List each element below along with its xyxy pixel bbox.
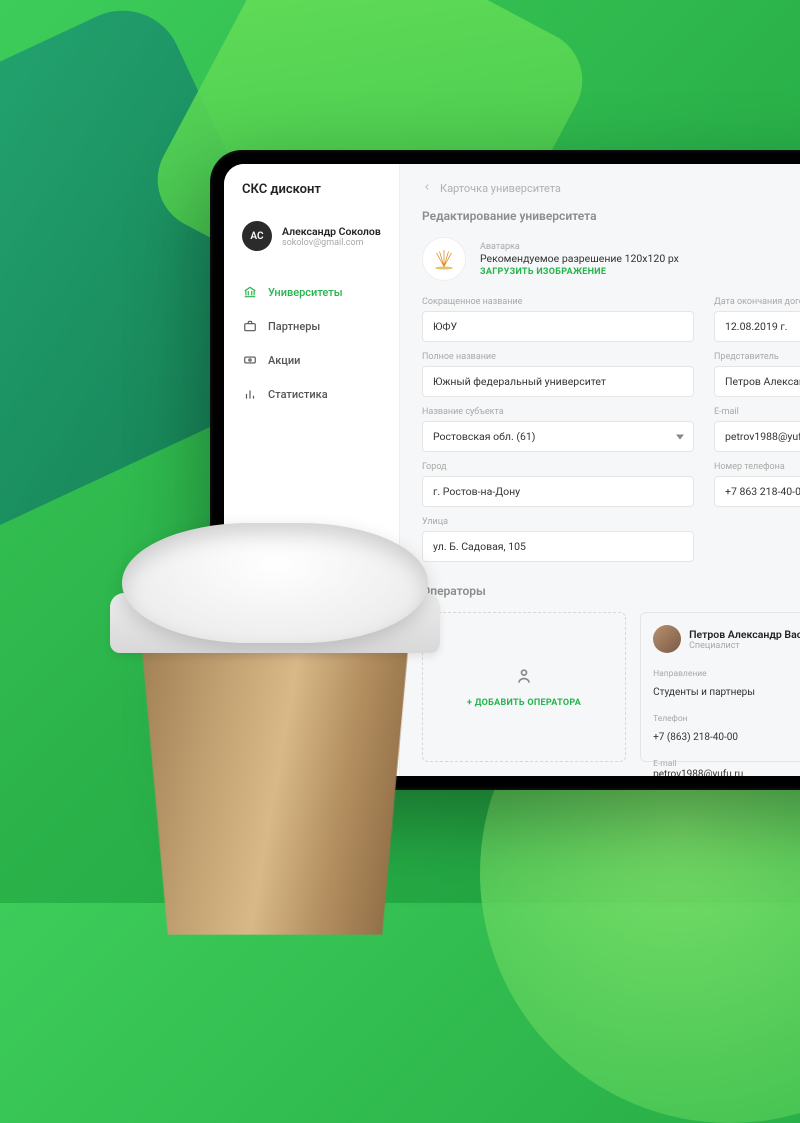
direction-label: Направление (653, 669, 800, 679)
street-label: Улица (422, 517, 694, 527)
chart-icon (242, 386, 258, 402)
representative-label: Представитель (714, 352, 800, 362)
nav-label: Акции (268, 354, 300, 367)
operator-email-label: E-mail (653, 759, 743, 769)
section-title: Редактирование университета (422, 209, 800, 223)
university-logo (422, 237, 466, 281)
briefcase-icon (242, 318, 258, 334)
contract-end-input[interactable] (714, 311, 800, 342)
coffee-cup-decoration (110, 523, 440, 933)
operator-photo (653, 625, 681, 653)
nav-label: Партнеры (268, 320, 320, 333)
profile-name: Александр Соколов (282, 225, 381, 238)
person-add-icon (514, 666, 534, 690)
ticket-icon (242, 352, 258, 368)
breadcrumb-label: Карточка университета (440, 182, 561, 195)
operators-title: Операторы (422, 584, 800, 598)
add-operator-card[interactable]: + ДОБАВИТЬ ОПЕРАТОРА (422, 612, 626, 762)
avatar-recommendation: Рекомендуемое разрешение 120x120 px (480, 252, 679, 265)
avatar-label: Аватарка (480, 242, 679, 252)
operator-phone-label: Телефон (653, 714, 800, 724)
subject-label: Название субъекта (422, 407, 694, 417)
breadcrumb[interactable]: Карточка университета (422, 182, 800, 195)
email-input[interactable] (714, 421, 800, 452)
representative-input[interactable] (714, 366, 800, 397)
profile-email: sokolov@gmail.com (282, 238, 381, 248)
nav-partners[interactable]: Партнеры (224, 309, 399, 343)
full-name-input[interactable] (422, 366, 694, 397)
bank-icon (242, 284, 258, 300)
subject-select[interactable] (422, 421, 694, 452)
operator-phone-value: +7 (863) 218-40-00 (653, 732, 800, 743)
contract-end-label: Дата окончания договора (714, 297, 800, 307)
phone-input[interactable] (714, 476, 800, 507)
street-input[interactable] (422, 531, 694, 562)
email-label: E-mail (714, 407, 800, 417)
full-name-label: Полное название (422, 352, 694, 362)
main-panel: Карточка университета Редактирование уни… (400, 164, 800, 776)
short-name-label: Сокращенное название (422, 297, 694, 307)
direction-value: Студенты и партнеры (653, 687, 800, 698)
operator-name: Петров Александр Васильевич (689, 628, 800, 641)
city-input[interactable] (422, 476, 694, 507)
avatar-uploader: Аватарка Рекомендуемое разрешение 120x12… (422, 237, 800, 281)
operator-email-value: petrov1988@yufu.ru (653, 769, 743, 776)
short-name-input[interactable] (422, 311, 694, 342)
nav-statistics[interactable]: Статистика (224, 377, 399, 411)
nav-label: Статистика (268, 388, 328, 401)
profile-block[interactable]: АС Александр Соколов sokolov@gmail.com (224, 215, 399, 269)
add-operator-label: + ДОБАВИТЬ ОПЕРАТОРА (467, 698, 581, 708)
operator-card: Петров Александр Васильевич Специалист Н… (640, 612, 800, 762)
phone-label: Номер телефона (714, 462, 800, 472)
nav-universities[interactable]: Университеты (224, 275, 399, 309)
city-label: Город (422, 462, 694, 472)
operator-role: Специалист (689, 641, 800, 651)
upload-image-button[interactable]: ЗАГРУЗИТЬ ИЗОБРАЖЕНИЕ (480, 267, 679, 277)
avatar: АС (242, 221, 272, 251)
app-title: СКС дисконт (224, 182, 399, 215)
nav-promotions[interactable]: Акции (224, 343, 399, 377)
nav-label: Университеты (268, 286, 343, 299)
nav: Университеты Партнеры Акции Статистика (224, 275, 399, 411)
chevron-left-icon (422, 182, 432, 195)
